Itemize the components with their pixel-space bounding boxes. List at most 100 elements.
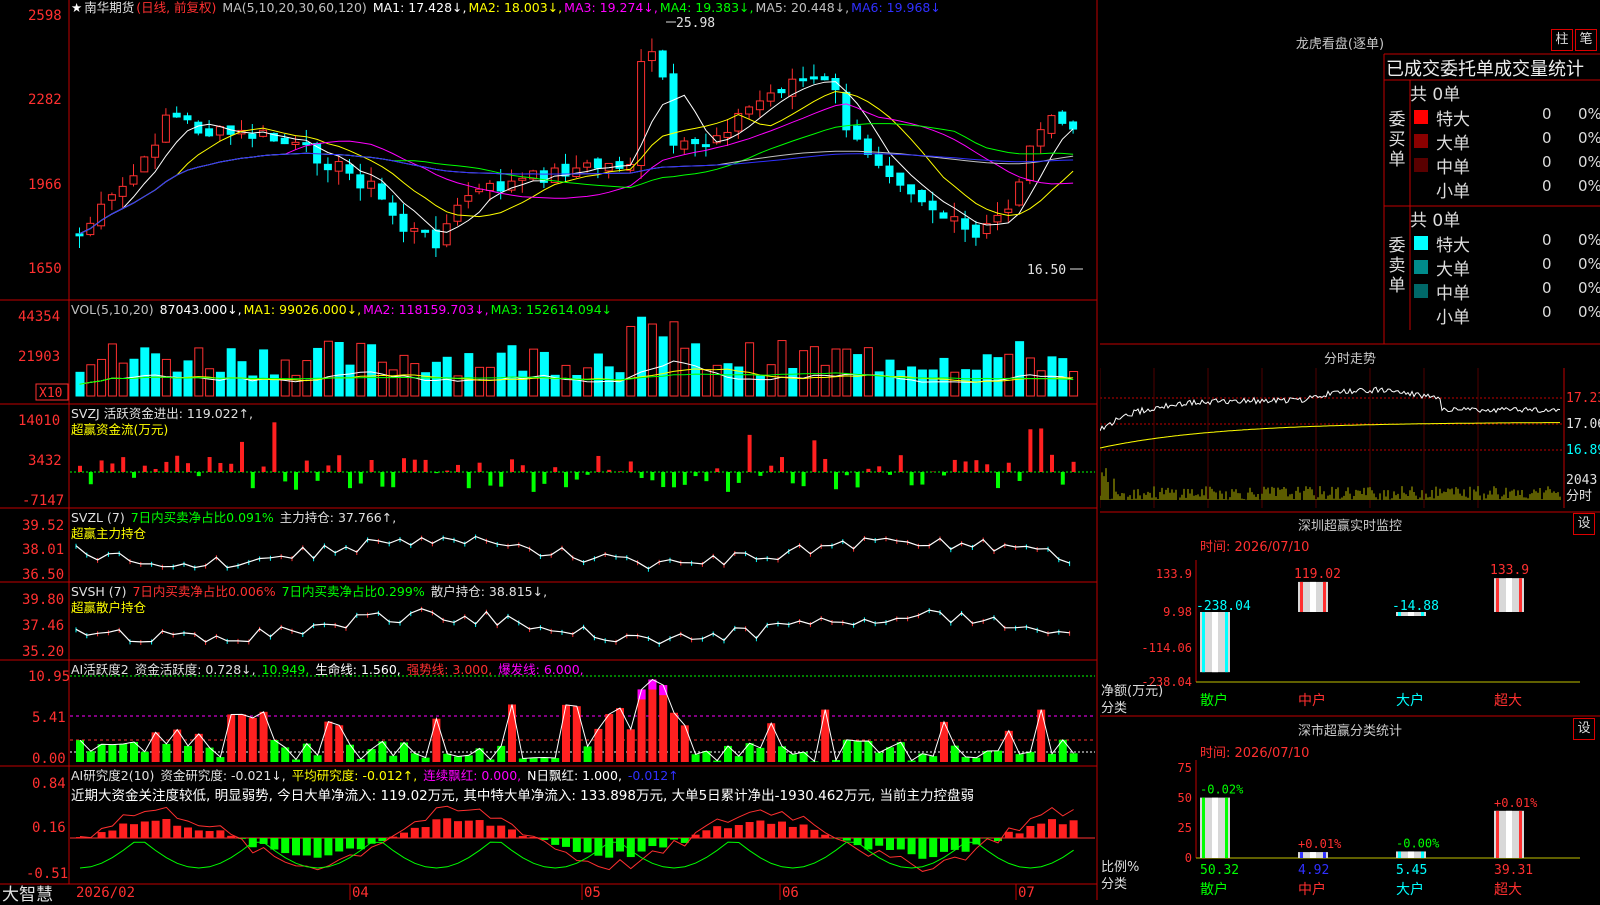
fund-flow-bar — [737, 472, 741, 483]
kline-chart-svg[interactable]: 2598 2282 1966 1650 44354 21903 14010 34… — [0, 0, 1100, 900]
research-bar — [206, 831, 214, 838]
volume-bar — [378, 362, 386, 396]
fund-flow-bar — [974, 460, 978, 472]
sz-monitor-value-label: 133.9 — [1490, 563, 1529, 578]
research-bar — [778, 822, 786, 838]
candle-body — [497, 182, 504, 191]
sell-row-name: 特大 — [1436, 231, 1470, 256]
category-bar-edge — [1519, 578, 1522, 612]
volume-bar — [810, 347, 818, 396]
pen-view-button[interactable]: 笔 — [1575, 29, 1597, 51]
ma3-value: MA3: 19.274↓, — [564, 0, 658, 15]
svsh-ratio-b: 7日内买卖净占比0.299% — [282, 584, 425, 599]
intraday-vol-unit: 分时 — [1566, 489, 1592, 504]
candle-body — [1016, 182, 1023, 205]
volume-bar — [756, 376, 764, 396]
fund-flow-bar — [780, 457, 784, 472]
activity-bar — [789, 754, 797, 762]
volume-bar — [389, 370, 397, 396]
fund-flow-bar — [812, 440, 816, 472]
sz-monitor-category: 大户 — [1396, 692, 1424, 709]
fund-flow-bar — [769, 466, 773, 472]
sell-row-pct: 0% — [1578, 279, 1600, 297]
ai1-axis-label: 0.00 — [32, 751, 66, 767]
volume-bar — [994, 358, 1002, 396]
kline-header: ★南华期货(日线, 前复权) MA(5,10,20,30,60,120) MA1… — [71, 0, 943, 16]
fund-flow-bar — [683, 472, 687, 485]
candle-body — [206, 129, 213, 136]
research-bar — [562, 838, 570, 847]
color-swatch-icon — [1414, 182, 1428, 196]
candle-body — [681, 141, 688, 149]
fund-flow-bar — [553, 467, 557, 472]
research-bar — [962, 838, 970, 852]
sz-net-amount-chart[interactable]: 133.99.98-114.06-238.04-238.04119.02-14.… — [1100, 560, 1600, 710]
category-bar-highlight — [1212, 612, 1218, 672]
research-bar — [292, 838, 300, 855]
intraday-price-label: 16.89 — [1566, 443, 1600, 458]
intraday-chart[interactable]: 17.2317.0616.892043分时 — [1100, 368, 1600, 508]
fund-flow-bar — [359, 472, 363, 484]
volume-bar — [335, 343, 343, 396]
candle-body — [173, 113, 180, 117]
fund-flow-bar — [121, 457, 125, 472]
activity-bar — [627, 729, 635, 762]
research-bar — [972, 838, 980, 844]
class-category: 中户 — [1298, 881, 1326, 898]
research-bar — [454, 821, 462, 838]
fund-flow-bar — [856, 472, 860, 487]
candle-body — [292, 142, 299, 144]
research-bar — [508, 829, 516, 838]
fund-flow-bar — [715, 468, 719, 472]
activity-bar — [422, 758, 430, 762]
candle-body — [108, 195, 115, 201]
sz-class-ratio-chart[interactable]: 7550250-0.02%50.32散户+0.01%4.92中户-0.00%5.… — [1100, 760, 1600, 900]
fund-flow-bar — [488, 472, 492, 486]
class-ratio-bar-edge — [1421, 851, 1424, 858]
brand-label: 大智慧 — [2, 880, 53, 905]
vol-scale-label: X10 — [39, 386, 62, 401]
sz-class-settings-button[interactable]: 设 — [1573, 718, 1595, 740]
class-change-label: +0.01% — [1494, 796, 1538, 810]
research-bar — [152, 821, 160, 838]
volume-bar — [638, 317, 646, 396]
main-chart-area[interactable]: 2598 2282 1966 1650 44354 21903 14010 34… — [0, 0, 1100, 900]
category-bar — [1200, 612, 1230, 672]
svzj-axis-label: 14010 — [18, 413, 60, 429]
candle-body — [929, 201, 936, 210]
intraday-price-label: 17.23 — [1566, 391, 1600, 406]
star-icon[interactable]: ★ — [71, 0, 82, 15]
ai1-burst-line: 爆发线: 6.000, — [498, 662, 583, 677]
bar-view-button[interactable]: 柱 — [1551, 29, 1573, 51]
color-swatch-icon — [1414, 236, 1428, 250]
activity-bar — [454, 756, 462, 762]
volume-bar — [1070, 372, 1078, 396]
activity-bar — [756, 748, 764, 762]
ai1-axis-label: 10.95 — [28, 669, 70, 685]
svsh-retail-position: 散户持仓: 38.815↓, — [431, 584, 547, 599]
kline-mode[interactable]: (日线, 前复权) — [136, 0, 216, 15]
vol-label: VOL(5,10,20) — [71, 302, 154, 317]
volume-bar — [670, 322, 678, 396]
candle-body — [908, 185, 915, 194]
svzl-label: SVZL (7) — [71, 510, 125, 525]
class-change-label: -0.02% — [1200, 783, 1244, 797]
activity-bar — [681, 725, 689, 762]
activity-bar — [702, 751, 710, 762]
research-bar — [929, 838, 937, 857]
fund-flow-bar — [132, 472, 136, 478]
fund-flow-bar — [694, 472, 698, 476]
research-bar — [713, 826, 721, 838]
security-name[interactable]: 南华期货 — [84, 0, 134, 15]
color-swatch-icon — [1414, 134, 1428, 148]
volume-bar — [530, 349, 538, 396]
sell-row: 特大00% — [1410, 231, 1600, 255]
sell-row: 小单00% — [1410, 303, 1600, 327]
buy-orders-table: 共 0单特大00%大单00%中单00%小单00% — [1410, 80, 1600, 206]
research-bar — [173, 826, 181, 838]
fund-flow-bar — [510, 459, 514, 472]
volume-bar — [432, 362, 440, 396]
sz-monitor-settings-button[interactable]: 设 — [1573, 513, 1595, 535]
fund-flow-bar — [575, 472, 579, 480]
fund-flow-bar — [499, 472, 503, 487]
